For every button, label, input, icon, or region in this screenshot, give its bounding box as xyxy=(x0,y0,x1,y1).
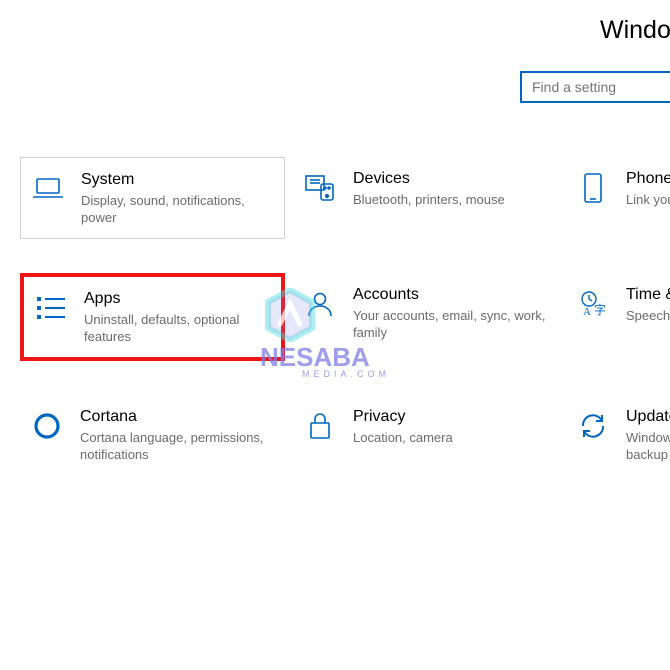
devices-icon xyxy=(303,171,337,205)
accounts-icon xyxy=(303,287,337,321)
tile-title: Devices xyxy=(353,169,548,189)
phone-icon xyxy=(576,171,610,205)
tile-desc: Bluetooth, printers, mouse xyxy=(353,191,548,208)
time-language-icon: A 字 xyxy=(576,287,610,321)
tile-system[interactable]: System Display, sound, notifications, po… xyxy=(20,157,285,239)
settings-grid: System Display, sound, notifications, po… xyxy=(20,157,670,475)
laptop-icon xyxy=(31,172,65,206)
svg-text:A: A xyxy=(583,306,591,318)
tile-cortana[interactable]: Cortana Cortana language, permissions, n… xyxy=(20,395,285,475)
page-title: Windows Settings xyxy=(600,16,670,45)
svg-text:字: 字 xyxy=(594,302,606,317)
tile-title: Update & Security xyxy=(626,407,670,427)
tile-desc: Windows Update, recovery, backup xyxy=(626,429,670,463)
search-input[interactable] xyxy=(520,71,670,103)
tile-desc: Cortana language, permissions, notificat… xyxy=(80,429,275,463)
lock-icon xyxy=(303,409,337,443)
tile-title: Apps xyxy=(84,289,271,309)
tile-phone[interactable]: Phone Link your Android, iPhone xyxy=(566,157,670,239)
tile-privacy[interactable]: Privacy Location, camera xyxy=(293,395,558,475)
cortana-icon xyxy=(30,409,64,443)
tile-title: System xyxy=(81,170,274,190)
search-container xyxy=(520,71,670,103)
tile-apps[interactable]: Apps Uninstall, defaults, optional featu… xyxy=(20,273,285,361)
tile-title: Time & Language xyxy=(626,285,670,305)
tile-desc: Your accounts, email, sync, work, family xyxy=(353,307,548,341)
tile-desc: Speech, region, date xyxy=(626,307,670,324)
tile-desc: Uninstall, defaults, optional features xyxy=(84,311,271,345)
tile-desc: Location, camera xyxy=(353,429,548,446)
header: Windows Settings xyxy=(0,0,670,45)
tile-devices[interactable]: Devices Bluetooth, printers, mouse xyxy=(293,157,558,239)
tile-time-language[interactable]: A 字 Time & Language Speech, region, date xyxy=(566,273,670,361)
apps-list-icon xyxy=(34,291,68,325)
tile-title: Accounts xyxy=(353,285,548,305)
tile-update-security[interactable]: Update & Security Windows Update, recove… xyxy=(566,395,670,475)
tile-title: Cortana xyxy=(80,407,275,427)
tile-title: Privacy xyxy=(353,407,548,427)
tile-accounts[interactable]: Accounts Your accounts, email, sync, wor… xyxy=(293,273,558,361)
tile-title: Phone xyxy=(626,169,670,189)
sync-icon xyxy=(576,409,610,443)
tile-desc: Display, sound, notifications, power xyxy=(81,192,274,226)
tile-desc: Link your Android, iPhone xyxy=(626,191,670,208)
